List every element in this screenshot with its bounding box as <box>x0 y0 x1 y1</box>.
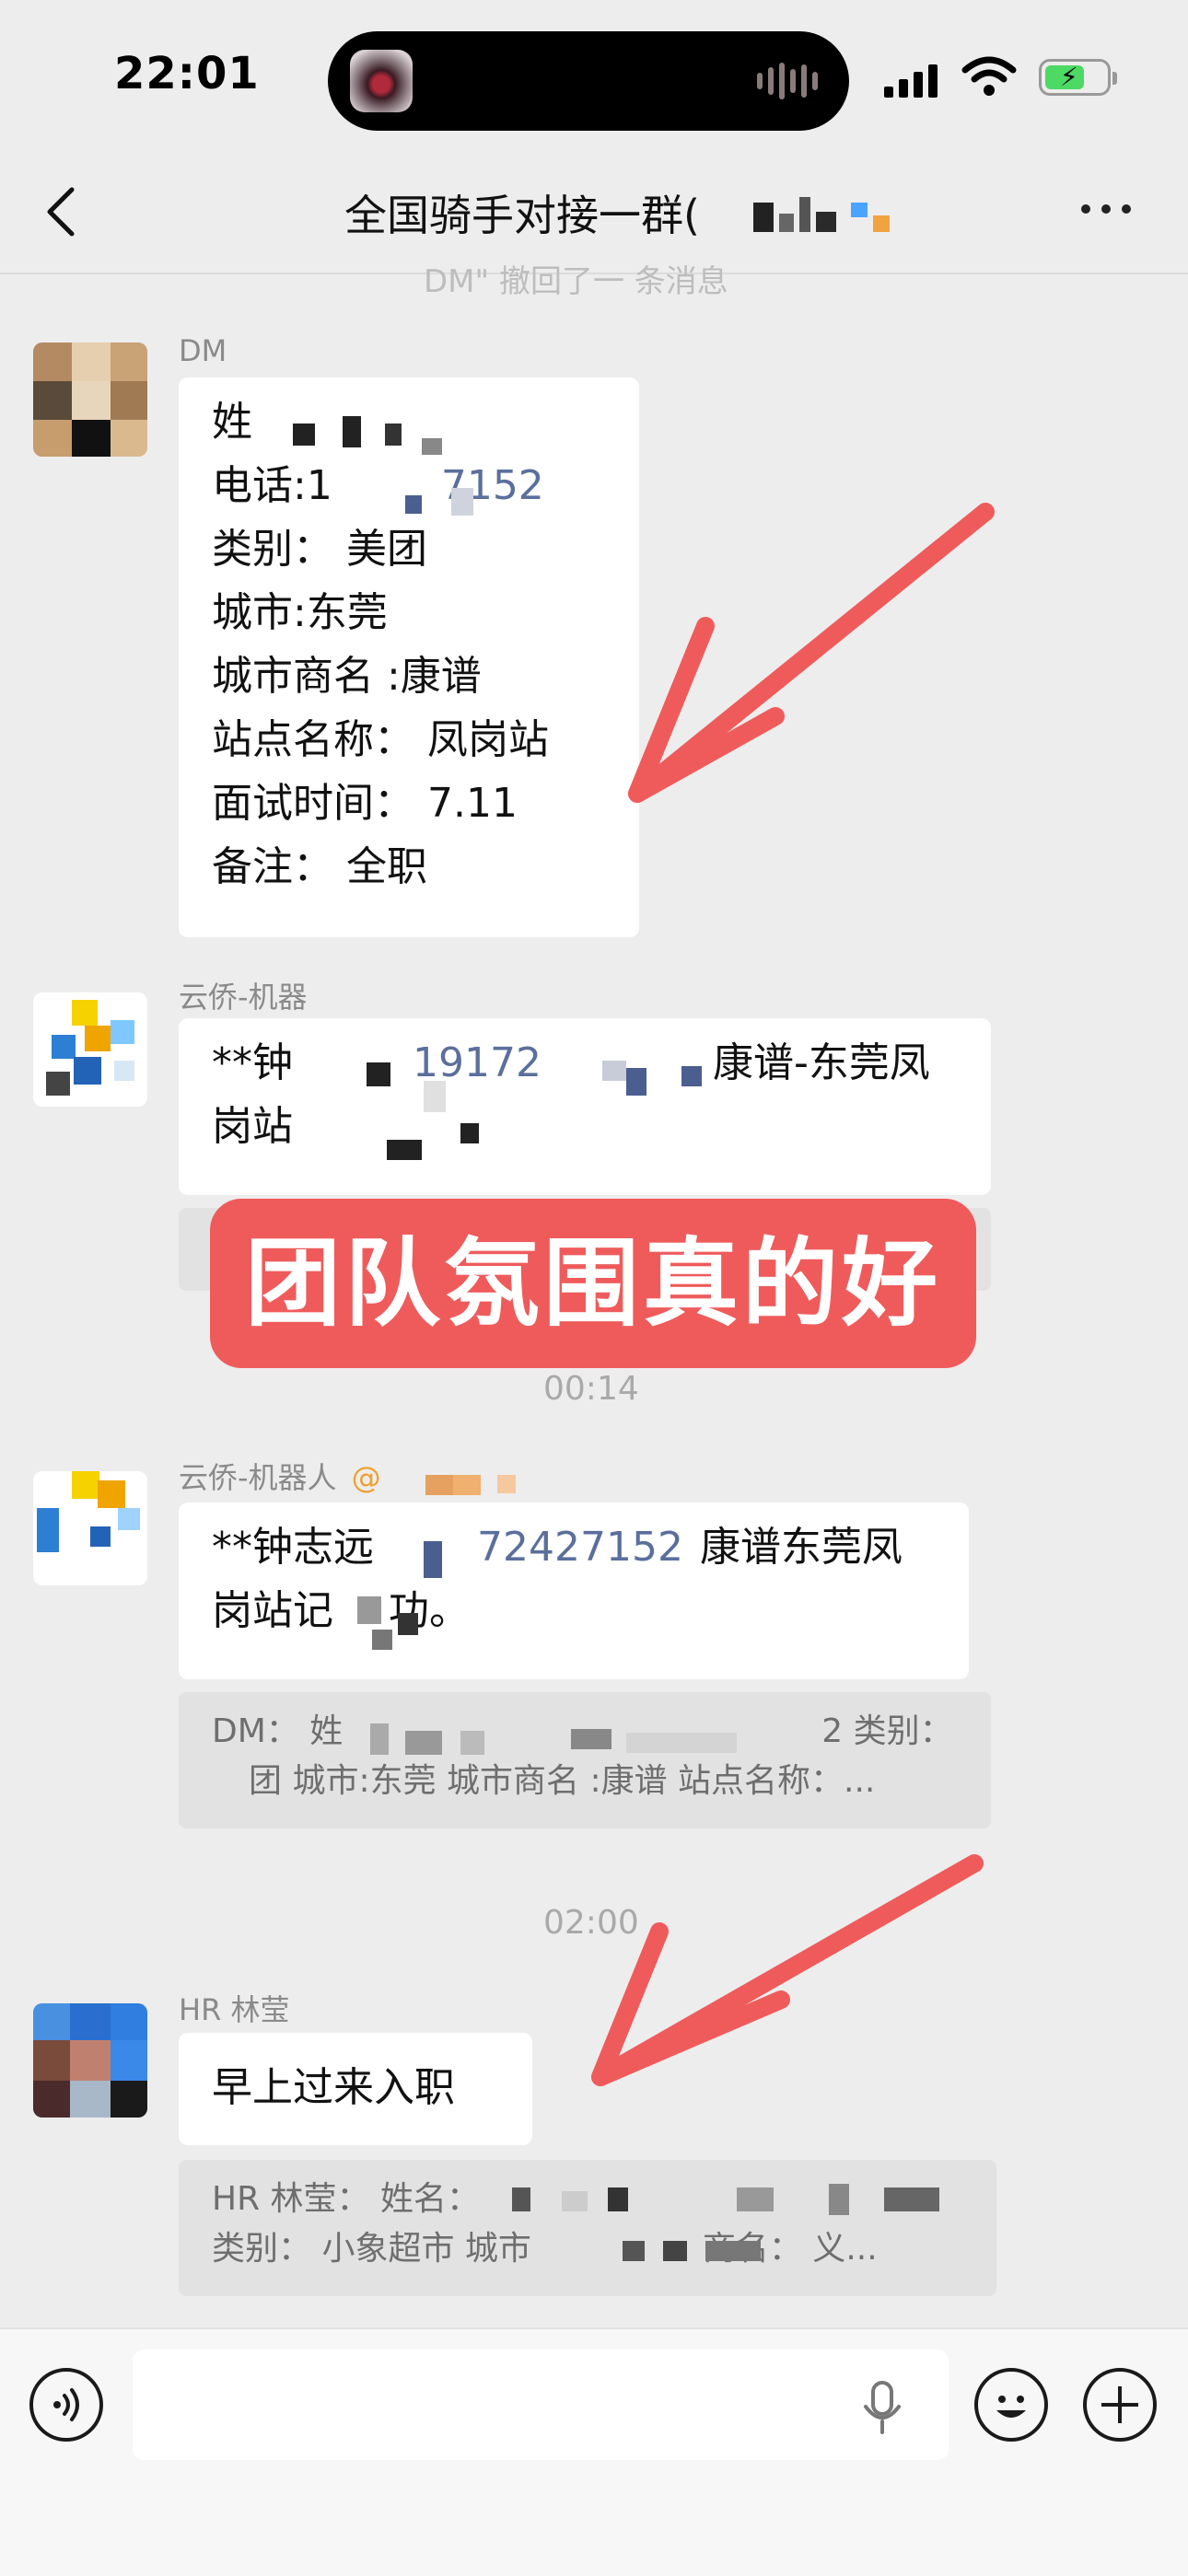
arrow-annotation <box>591 1854 984 2086</box>
home-area <box>0 2523 1188 2574</box>
arrow-annotation <box>628 503 995 803</box>
microphone-icon[interactable] <box>862 2381 903 2436</box>
annotation-arrows <box>591 503 995 2086</box>
voice-icon[interactable] <box>29 2368 103 2442</box>
emoji-icon[interactable] <box>974 2368 1048 2442</box>
plus-icon[interactable] <box>1083 2368 1157 2442</box>
message-input[interactable] <box>133 2350 949 2460</box>
